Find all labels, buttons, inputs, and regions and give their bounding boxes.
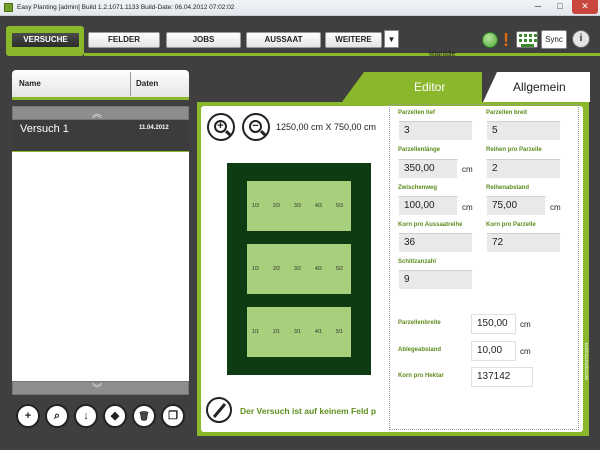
column-header-date[interactable]: Daten: [136, 79, 158, 88]
reihen-pro-parzelle-label: Reihen pro Parzelle: [486, 147, 542, 153]
download-button[interactable]: ↓: [74, 404, 98, 428]
korn-pro-parzelle-label: Korn pro Parzelle: [486, 222, 536, 228]
copy-button[interactable]: ❐: [161, 404, 185, 428]
plot-label: 5/1: [336, 329, 343, 335]
keyboard-icon[interactable]: [516, 31, 538, 48]
delete-button[interactable]: 🗑: [132, 404, 156, 428]
search-button[interactable]: ⌕: [45, 404, 69, 428]
alert-icon[interactable]: !: [503, 30, 511, 50]
field-dimensions: 1250,00 cm X 750,00 cm: [276, 122, 377, 132]
pencil-icon: [212, 403, 227, 418]
nav-tab-felder[interactable]: FELDER: [88, 32, 160, 48]
plot-block-row-1[interactable]: 1/1 2/1 3/1 4/1 5/1: [247, 307, 351, 357]
schlitzanzahl-label: Schlitzanzahl: [398, 259, 437, 265]
nav-tab-aussaat[interactable]: AUSSAAT: [246, 32, 321, 48]
korn-pro-aussaatreihe-input[interactable]: 36: [398, 233, 473, 253]
plot-label: 1/2: [252, 266, 259, 272]
nav-tab-jobs[interactable]: JOBS: [166, 32, 241, 48]
korn-pro-hektar-label: Korn pro Hektar: [398, 373, 444, 379]
maximize-button[interactable]: □: [550, 0, 570, 14]
parzellen-breit-label: Parzellen breit: [486, 110, 528, 116]
edit-button[interactable]: [206, 397, 232, 423]
plot-label: 2/1: [273, 329, 280, 335]
parzellen-tief-input[interactable]: 3: [398, 121, 473, 141]
parzellenlaenge-label: Parzellenlänge: [398, 147, 441, 153]
plot-label: 2/3: [273, 203, 280, 209]
parzellenlaenge-unit: cm: [462, 165, 473, 174]
parzellenlaenge-input[interactable]: 350,00: [398, 159, 458, 179]
ablegeabstand-value: 10,00: [471, 341, 516, 361]
schlitzanzahl-input[interactable]: 9: [398, 270, 473, 290]
plot-label: 5/2: [336, 266, 343, 272]
minimize-button[interactable]: ─: [528, 0, 548, 14]
reihenabstand-unit: cm: [550, 203, 561, 212]
nav-tab-versuche[interactable]: VERSUCHE: [11, 32, 80, 48]
korn-pro-parzelle-input[interactable]: 72: [486, 233, 561, 253]
zoom-handle: [259, 129, 268, 138]
plot-label: 4/3: [315, 203, 322, 209]
nav-underline: [84, 53, 600, 56]
close-button[interactable]: ✕: [572, 0, 598, 14]
connection-status-icon[interactable]: [482, 32, 498, 48]
plot-label: 1/1: [252, 329, 259, 335]
window-titlebar: Easy Planting [admin] Build 1.2.1071.113…: [0, 0, 600, 16]
list-item-date: 11.04.2012: [139, 125, 169, 131]
experiment-list-panel: Name Daten ︽ Versuch 1 11.04.2012 ︾: [12, 70, 189, 434]
list-body: [12, 152, 189, 381]
plot-label: 4/2: [315, 266, 322, 272]
korn-pro-aussaatreihe-label: Korn pro Aussaatreihe: [398, 222, 463, 228]
list-header: Name Daten: [12, 70, 189, 100]
scroll-down-button[interactable]: ︾: [12, 381, 189, 395]
column-header-name[interactable]: Name: [19, 79, 41, 88]
plot-label: 2/2: [273, 266, 280, 272]
plot-label: 4/1: [315, 329, 322, 335]
parzellenbreite-label: Parzellenbreite: [398, 320, 441, 326]
plot-block-row-2[interactable]: 1/2 2/2 3/2 4/2 5/2: [247, 244, 351, 294]
scroll-up-button[interactable]: ︽: [12, 106, 189, 120]
sync-button[interactable]: Sync: [541, 30, 567, 49]
plot-block-row-3[interactable]: 1/3 2/3 3/3 4/3 5/3: [247, 181, 351, 231]
parzellen-tief-label: Parzellen tief: [398, 110, 436, 116]
tab-allgemein[interactable]: Allgemein: [483, 72, 590, 102]
more-dropdown-button[interactable]: ▼: [384, 30, 399, 48]
status-text: MainIdle: [429, 51, 456, 58]
info-icon[interactable]: i: [572, 30, 590, 48]
zoom-in-button[interactable]: +: [207, 113, 235, 141]
window-title: Easy Planting [admin] Build 1.2.1071.113…: [17, 4, 235, 11]
plot-label: 3/1: [294, 329, 301, 335]
app-icon: [4, 3, 13, 12]
field-plan[interactable]: 1/3 2/3 3/3 4/3 5/3 1/2 2/2 3/2 4/2 5/2 …: [227, 163, 371, 375]
reihen-pro-parzelle-input[interactable]: 2: [486, 159, 561, 179]
chevron-up-icon: ︽: [92, 109, 102, 120]
plot-label: 5/3: [336, 203, 343, 209]
column-separator: [130, 72, 131, 96]
parzellen-breit-input[interactable]: 5: [486, 121, 561, 141]
tab-allgemein-label: Allgemein: [513, 80, 566, 94]
reihenabstand-label: Reihenabstand: [486, 185, 530, 191]
zoom-out-button[interactable]: −: [242, 113, 270, 141]
nav-tab-weitere[interactable]: WEITERE: [325, 32, 382, 48]
status-message: Der Versuch ist auf keinem Feld p: [240, 406, 377, 416]
zwischenweg-label: Zwischenweg: [398, 185, 438, 191]
ablegeabstand-unit: cm: [520, 347, 531, 356]
parzellenbreite-unit: cm: [520, 320, 531, 329]
plot-label: 3/3: [294, 203, 301, 209]
add-button[interactable]: +: [16, 404, 40, 428]
plot-label: 3/2: [294, 266, 301, 272]
brand-text: WINTERSTEIGER: [584, 342, 589, 380]
parzellenbreite-value: 150,00: [471, 314, 516, 334]
ablegeabstand-label: Ablegeabstand: [398, 347, 442, 353]
zwischenweg-unit: cm: [462, 203, 473, 212]
stack-button[interactable]: ◆: [103, 404, 127, 428]
list-item[interactable]: Versuch 1 11.04.2012: [12, 120, 189, 152]
zoom-handle: [224, 129, 233, 138]
reihenabstand-input[interactable]: 75,00: [486, 196, 546, 216]
zwischenweg-input[interactable]: 100,00: [398, 196, 458, 216]
plot-label: 1/3: [252, 203, 259, 209]
korn-pro-hektar-value: 137142: [471, 367, 533, 387]
tab-editor-label: Editor: [414, 80, 446, 94]
list-item-name: Versuch 1: [20, 123, 69, 135]
tab-editor[interactable]: Editor: [342, 72, 482, 102]
chevron-down-icon: ︾: [92, 384, 102, 395]
